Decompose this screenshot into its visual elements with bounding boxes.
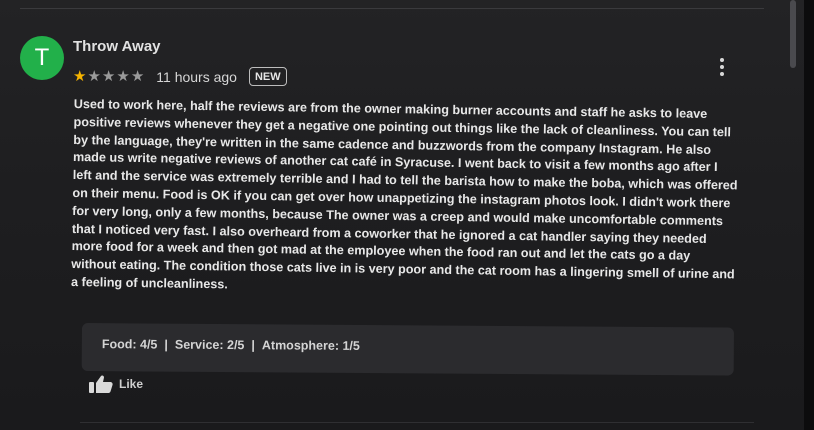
bottom-divider <box>80 422 754 423</box>
star-filled-icon: ★ <box>73 67 87 85</box>
star-empty-icon: ★ <box>101 67 116 85</box>
like-button[interactable]: Like <box>88 374 143 394</box>
review-time: 11 hours ago <box>156 68 237 85</box>
review-body: Used to work here, half the reviews are … <box>70 96 738 292</box>
more-vert-icon[interactable] <box>712 56 732 78</box>
attribute-separator: | <box>164 337 168 352</box>
more-dot <box>720 65 724 69</box>
thumbs-up-icon <box>88 374 114 394</box>
star-empty-icon: ★ <box>130 67 145 85</box>
top-divider <box>20 8 764 9</box>
food-rating: Food: 4/5 <box>101 337 158 352</box>
review-attributes: Food: 4/5 | Service: 2/5 | Atmosphere: 1/5 <box>81 323 734 376</box>
star-rating: ★ ★ ★ ★ ★ <box>73 67 145 85</box>
attribute-separator: | <box>251 338 255 353</box>
new-badge: NEW <box>248 67 287 86</box>
review-screen: T Throw Away ★ ★ ★ ★ ★ 11 hours ago NEW Used… <box>0 0 814 430</box>
service-rating: Service: 2/5 <box>174 337 245 353</box>
more-dot <box>720 58 724 62</box>
monitor-bezel <box>804 0 814 430</box>
star-empty-icon: ★ <box>87 67 101 85</box>
attributes-line: Food: 4/5 | Service: 2/5 | Atmosphere: 1/5 <box>102 337 360 353</box>
review-meta: ★ ★ ★ ★ ★ 11 hours ago NEW <box>73 67 287 86</box>
like-label: Like <box>119 377 144 391</box>
atmosphere-rating: Atmosphere: 1/5 <box>261 338 360 353</box>
scrollbar[interactable] <box>790 0 796 68</box>
avatar[interactable]: T <box>20 36 64 80</box>
more-dot <box>720 72 724 76</box>
author-name[interactable]: Throw Away <box>73 38 161 55</box>
star-empty-icon: ★ <box>116 67 130 85</box>
